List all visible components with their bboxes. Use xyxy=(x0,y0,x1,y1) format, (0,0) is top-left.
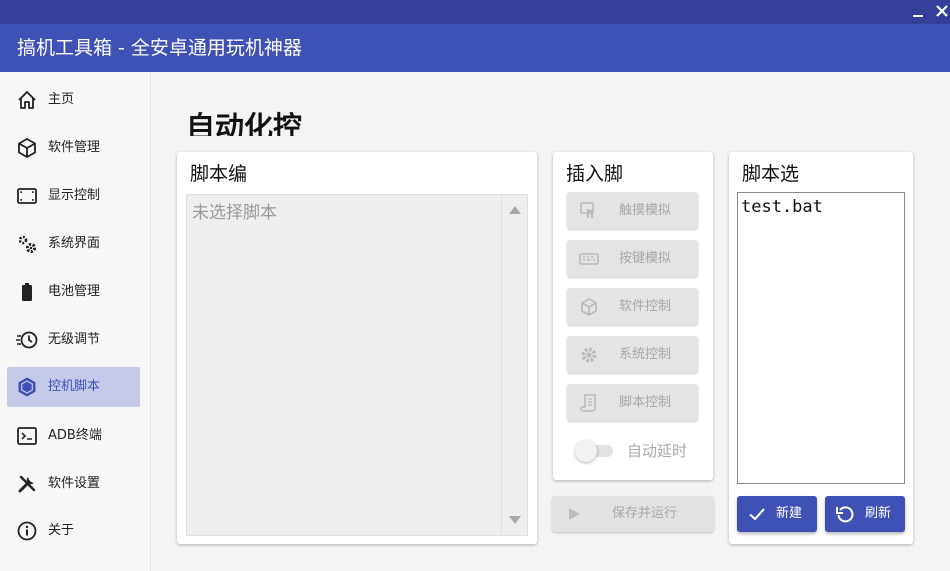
package-icon xyxy=(18,138,36,158)
editor-scrollbar[interactable] xyxy=(501,195,527,535)
home-icon xyxy=(18,91,36,109)
sidebar-item-display-control[interactable]: 显示控制 xyxy=(7,176,140,216)
sidebar-item-label: ADB终端 xyxy=(48,428,102,443)
refresh-label: 刷新 xyxy=(865,506,892,521)
system-control-button[interactable]: 系统控制 xyxy=(567,336,698,373)
touch-icon xyxy=(580,202,594,218)
clock-speed-icon xyxy=(16,331,38,349)
gear-icon xyxy=(581,347,597,363)
title-bar: 搞机工具箱 - 全安卓通用玩机神器 xyxy=(0,0,950,72)
page-title: 自动化控 xyxy=(186,110,303,136)
sidebar-item-system-ui[interactable]: 系统界面 xyxy=(7,224,140,264)
sidebar-item-label: 电池管理 xyxy=(48,284,101,299)
key-simulate-button[interactable]: 按键模拟 xyxy=(567,240,698,277)
sidebar-item-label: 软件管理 xyxy=(48,140,101,155)
script-icon xyxy=(580,394,596,412)
sidebar-item-label: 无级调节 xyxy=(48,332,101,347)
keyboard-icon xyxy=(579,253,599,265)
save-and-run-button[interactable]: 保存并运行 xyxy=(552,496,714,532)
window-control-strip xyxy=(0,0,950,24)
sidebar-item-software-management[interactable]: 软件管理 xyxy=(7,128,140,168)
sidebar-item-control-script[interactable]: 控机脚本 xyxy=(7,367,140,407)
play-icon xyxy=(569,508,580,520)
sidebar-item-label: 软件设置 xyxy=(48,476,101,491)
scroll-down-icon[interactable] xyxy=(509,516,521,524)
refresh-button[interactable]: 刷新 xyxy=(825,496,905,532)
minimize-icon[interactable] xyxy=(910,3,926,19)
insert-script-title: 插入脚 xyxy=(566,163,624,185)
new-script-button[interactable]: 新建 xyxy=(737,496,817,532)
check-icon xyxy=(749,508,765,521)
info-icon xyxy=(17,521,37,541)
battery-icon xyxy=(22,283,32,301)
software-control-label: 软件控制 xyxy=(619,299,672,314)
script-control-label: 脚本控制 xyxy=(619,395,672,410)
script-control-button[interactable]: 脚本控制 xyxy=(567,384,698,421)
sidebar-item-about[interactable]: 关于 xyxy=(7,511,140,551)
refresh-icon xyxy=(836,506,854,523)
script-list[interactable]: test.bat xyxy=(737,192,905,484)
script-editor-title: 脚本编 xyxy=(190,163,248,185)
sidebar-item-label: 关于 xyxy=(48,523,75,538)
screen-icon xyxy=(17,188,37,204)
sidebar-item-label: 控机脚本 xyxy=(48,379,101,394)
touch-simulate-label: 触摸模拟 xyxy=(619,203,672,218)
insert-script-card: 插入脚 触摸模拟 按键模拟 软件控制 系统控制 脚本控制 自动延时 xyxy=(553,152,713,480)
sidebar: 主页 软件管理 显示控制 系统界面 电池管理 无级调节 控机脚本 ADB终端 软… xyxy=(0,72,151,571)
terminal-icon xyxy=(17,427,37,445)
sidebar-item-home[interactable]: 主页 xyxy=(7,80,140,120)
touch-simulate-button[interactable]: 触摸模拟 xyxy=(567,192,698,229)
sidebar-item-software-settings[interactable]: 软件设置 xyxy=(7,464,140,504)
editor-placeholder: 未选择脚本 xyxy=(192,203,277,223)
sidebar-item-label: 系统界面 xyxy=(48,236,101,251)
sidebar-item-label: 主页 xyxy=(48,92,75,107)
key-simulate-label: 按键模拟 xyxy=(619,251,672,266)
gears-icon xyxy=(18,235,37,254)
scroll-up-icon[interactable] xyxy=(509,206,521,214)
sidebar-item-adb-terminal[interactable]: ADB终端 xyxy=(7,416,140,456)
save-and-run-label: 保存并运行 xyxy=(612,506,678,521)
sidebar-item-label: 显示控制 xyxy=(48,188,101,203)
auto-delay-toggle[interactable] xyxy=(575,440,615,462)
toggle-knob xyxy=(575,440,597,462)
tools-icon xyxy=(18,475,36,493)
sidebar-item-battery-management[interactable]: 电池管理 xyxy=(7,272,140,312)
window-title: 搞机工具箱 - 全安卓通用玩机神器 xyxy=(17,37,302,59)
script-select-card: 脚本选 test.bat 新建 刷新 xyxy=(729,152,913,544)
package-icon xyxy=(581,298,597,316)
hexagon-icon xyxy=(18,377,36,397)
script-editor-textarea[interactable]: 未选择脚本 xyxy=(186,194,528,536)
new-script-label: 新建 xyxy=(776,506,803,521)
script-editor-card: 脚本编 未选择脚本 xyxy=(177,152,537,544)
sidebar-item-stepless-adjust[interactable]: 无级调节 xyxy=(7,320,140,360)
script-select-title: 脚本选 xyxy=(742,163,800,185)
close-icon[interactable] xyxy=(934,3,950,19)
software-control-button[interactable]: 软件控制 xyxy=(567,288,698,325)
system-control-label: 系统控制 xyxy=(619,347,672,362)
auto-delay-label: 自动延时 xyxy=(627,442,688,460)
list-item[interactable]: test.bat xyxy=(741,197,823,217)
